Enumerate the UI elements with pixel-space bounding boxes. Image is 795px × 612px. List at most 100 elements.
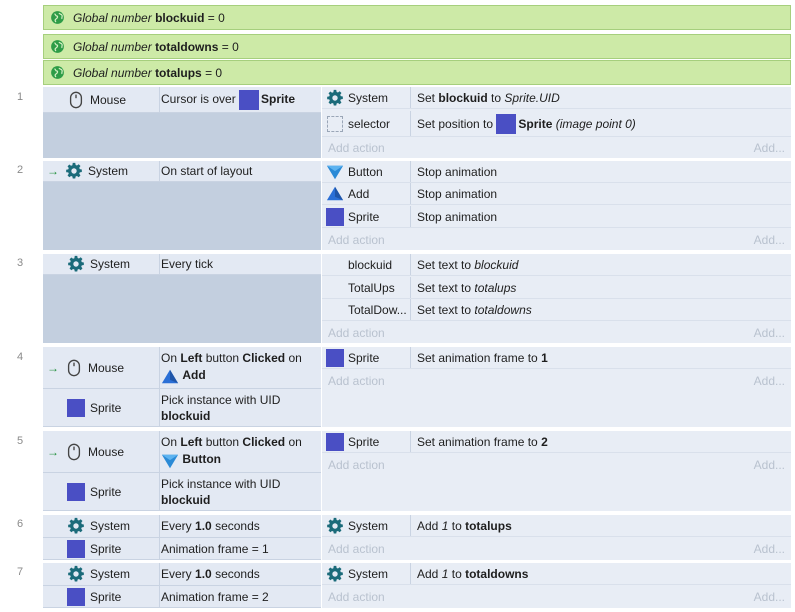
condition-text: Pick instance with UID (161, 392, 281, 407)
action-row[interactable]: TotalDow... Set text to totaldowns (322, 299, 791, 321)
action-text: Set text to (417, 257, 472, 272)
action-text: Set animation frame to (417, 434, 538, 449)
condition-param: 1.0 (195, 519, 212, 533)
add-action-label: Add action (328, 326, 385, 340)
add-action-button[interactable]: Add action Add... (322, 538, 791, 560)
action-param: totalups (465, 518, 512, 533)
condition-row[interactable]: Sprite Animation frame = 1 (43, 538, 321, 560)
condition-object: System (90, 519, 131, 533)
add-action-button[interactable]: Add action Add... (322, 454, 791, 476)
add-action-label: Add action (328, 141, 385, 155)
condition-row[interactable]: Sprite Pick instance with UID blockuid (43, 473, 321, 511)
condition-text: button (205, 434, 240, 449)
condition-text: Animation frame = 1 (161, 541, 269, 556)
event-2[interactable]: → System On start of layout Button Stop … (43, 161, 791, 250)
event-6[interactable]: System Every 1.0 seconds Sprite Animatio… (43, 515, 791, 560)
add-button[interactable]: Add... (754, 542, 785, 556)
event-1[interactable]: Mouse Cursor is over Sprite System Set b… (43, 87, 791, 158)
global-var-totaldowns[interactable]: Global number totaldowns = 0 (43, 34, 791, 59)
add-action-button[interactable]: Add action Add... (322, 370, 791, 392)
action-text: Add (417, 518, 439, 533)
condition-row[interactable]: Sprite Pick instance with UID blockuid (43, 389, 321, 427)
action-row[interactable]: System Add 1 to totalups (322, 515, 791, 537)
add-action-button[interactable]: Add action Add... (322, 137, 791, 159)
action-text: Set animation frame to (417, 350, 538, 365)
action-row[interactable]: Button Stop animation (322, 161, 791, 183)
condition-object: Sprite (90, 589, 122, 604)
add-button[interactable]: Add... (754, 233, 785, 247)
trigger-arrow-icon: → (47, 360, 59, 375)
event-number: 2 (16, 164, 24, 176)
action-row[interactable]: Sprite Set animation frame to 2 (322, 431, 791, 453)
condition-row[interactable]: System Every 1.0 seconds (43, 563, 321, 586)
global-var-blockuid[interactable]: Global number blockuid = 0 (43, 5, 791, 30)
condition-text: seconds (215, 567, 260, 581)
globe-icon (50, 10, 65, 25)
condition-object: Sprite (90, 484, 122, 499)
add-button[interactable]: Add... (754, 590, 785, 604)
condition-text: Every (161, 567, 192, 581)
add-button[interactable]: Add... (754, 141, 785, 155)
action-param: totaldowns (474, 302, 532, 317)
condition-object: Mouse (88, 360, 125, 375)
mouse-icon (65, 359, 83, 377)
add-action-button[interactable]: Add action Add... (322, 322, 791, 344)
event-4[interactable]: → Mouse On Left button Clicked on Add Sp… (43, 347, 791, 427)
action-object: Sprite (348, 209, 380, 224)
global-var-value: = 0 (205, 65, 223, 80)
condition-row[interactable]: → Mouse On Left button Clicked on Button (43, 431, 321, 473)
condition-object: System (90, 257, 131, 271)
add-action-button[interactable]: Add action Add... (322, 586, 791, 608)
action-row[interactable]: System Set blockuid to Sprite.UID (322, 87, 791, 109)
add-button[interactable]: Add... (754, 458, 785, 472)
global-var-name: totalups (155, 65, 202, 80)
condition-row[interactable]: System Every tick (43, 254, 321, 275)
action-object: Sprite (348, 350, 380, 365)
gear-icon (67, 517, 85, 535)
global-var-totalups[interactable]: Global number totalups = 0 (43, 60, 791, 85)
event-7[interactable]: System Every 1.0 seconds Sprite Animatio… (43, 563, 791, 608)
global-var-type: Global number (73, 10, 152, 25)
condition-row[interactable]: → Mouse On Left button Clicked on Add (43, 347, 321, 389)
triangle-up-icon (161, 368, 179, 386)
event-3[interactable]: System Every tick blockuid Set text to b… (43, 254, 791, 343)
gear-icon (67, 255, 85, 273)
trigger-arrow-icon: → (47, 164, 59, 178)
action-row[interactable]: System Add 1 to totaldowns (322, 563, 791, 585)
add-button[interactable]: Add... (754, 326, 785, 340)
event-5[interactable]: → Mouse On Left button Clicked on Button… (43, 431, 791, 511)
action-param: totalups (474, 280, 517, 295)
action-param: (image point 0) (555, 116, 636, 131)
condition-row[interactable]: Sprite Animation frame = 2 (43, 586, 321, 608)
event-number: 1 (16, 91, 24, 103)
action-text: Stop animation (410, 161, 497, 182)
action-row[interactable]: TotalUps Set text to totalups (322, 277, 791, 299)
event-number: 5 (16, 435, 24, 447)
add-action-button[interactable]: Add action Add... (322, 229, 791, 251)
condition-row[interactable]: Mouse Cursor is over Sprite (43, 87, 321, 113)
condition-row[interactable]: → System On start of layout (43, 161, 321, 182)
condition-text: on (288, 434, 302, 449)
condition-object: System (90, 567, 131, 581)
text-object-icon (326, 301, 344, 319)
condition-text: button (205, 350, 240, 365)
condition-row[interactable]: System Every 1.0 seconds (43, 515, 321, 538)
action-param: 1 (541, 350, 548, 365)
action-text: Stop animation (410, 206, 497, 227)
action-row[interactable]: Sprite Set animation frame to 1 (322, 347, 791, 369)
action-text: Set text to (417, 302, 472, 317)
mouse-icon (65, 443, 83, 461)
sprite-icon (326, 432, 344, 451)
action-object: Add (348, 186, 370, 201)
add-button[interactable]: Add... (754, 374, 785, 388)
add-action-label: Add action (328, 233, 385, 247)
action-text: Set text to (417, 280, 472, 295)
action-row[interactable]: blockuid Set text to blockuid (322, 254, 791, 276)
condition-text: Every tick (161, 257, 214, 271)
action-row[interactable]: Add Stop animation (322, 183, 791, 205)
action-object: Button (348, 164, 383, 179)
action-row[interactable]: selector Set position to Sprite (image p… (322, 111, 791, 137)
sprite-icon (326, 207, 344, 226)
action-row[interactable]: Sprite Stop animation (322, 206, 791, 228)
condition-text: Every (161, 519, 192, 533)
